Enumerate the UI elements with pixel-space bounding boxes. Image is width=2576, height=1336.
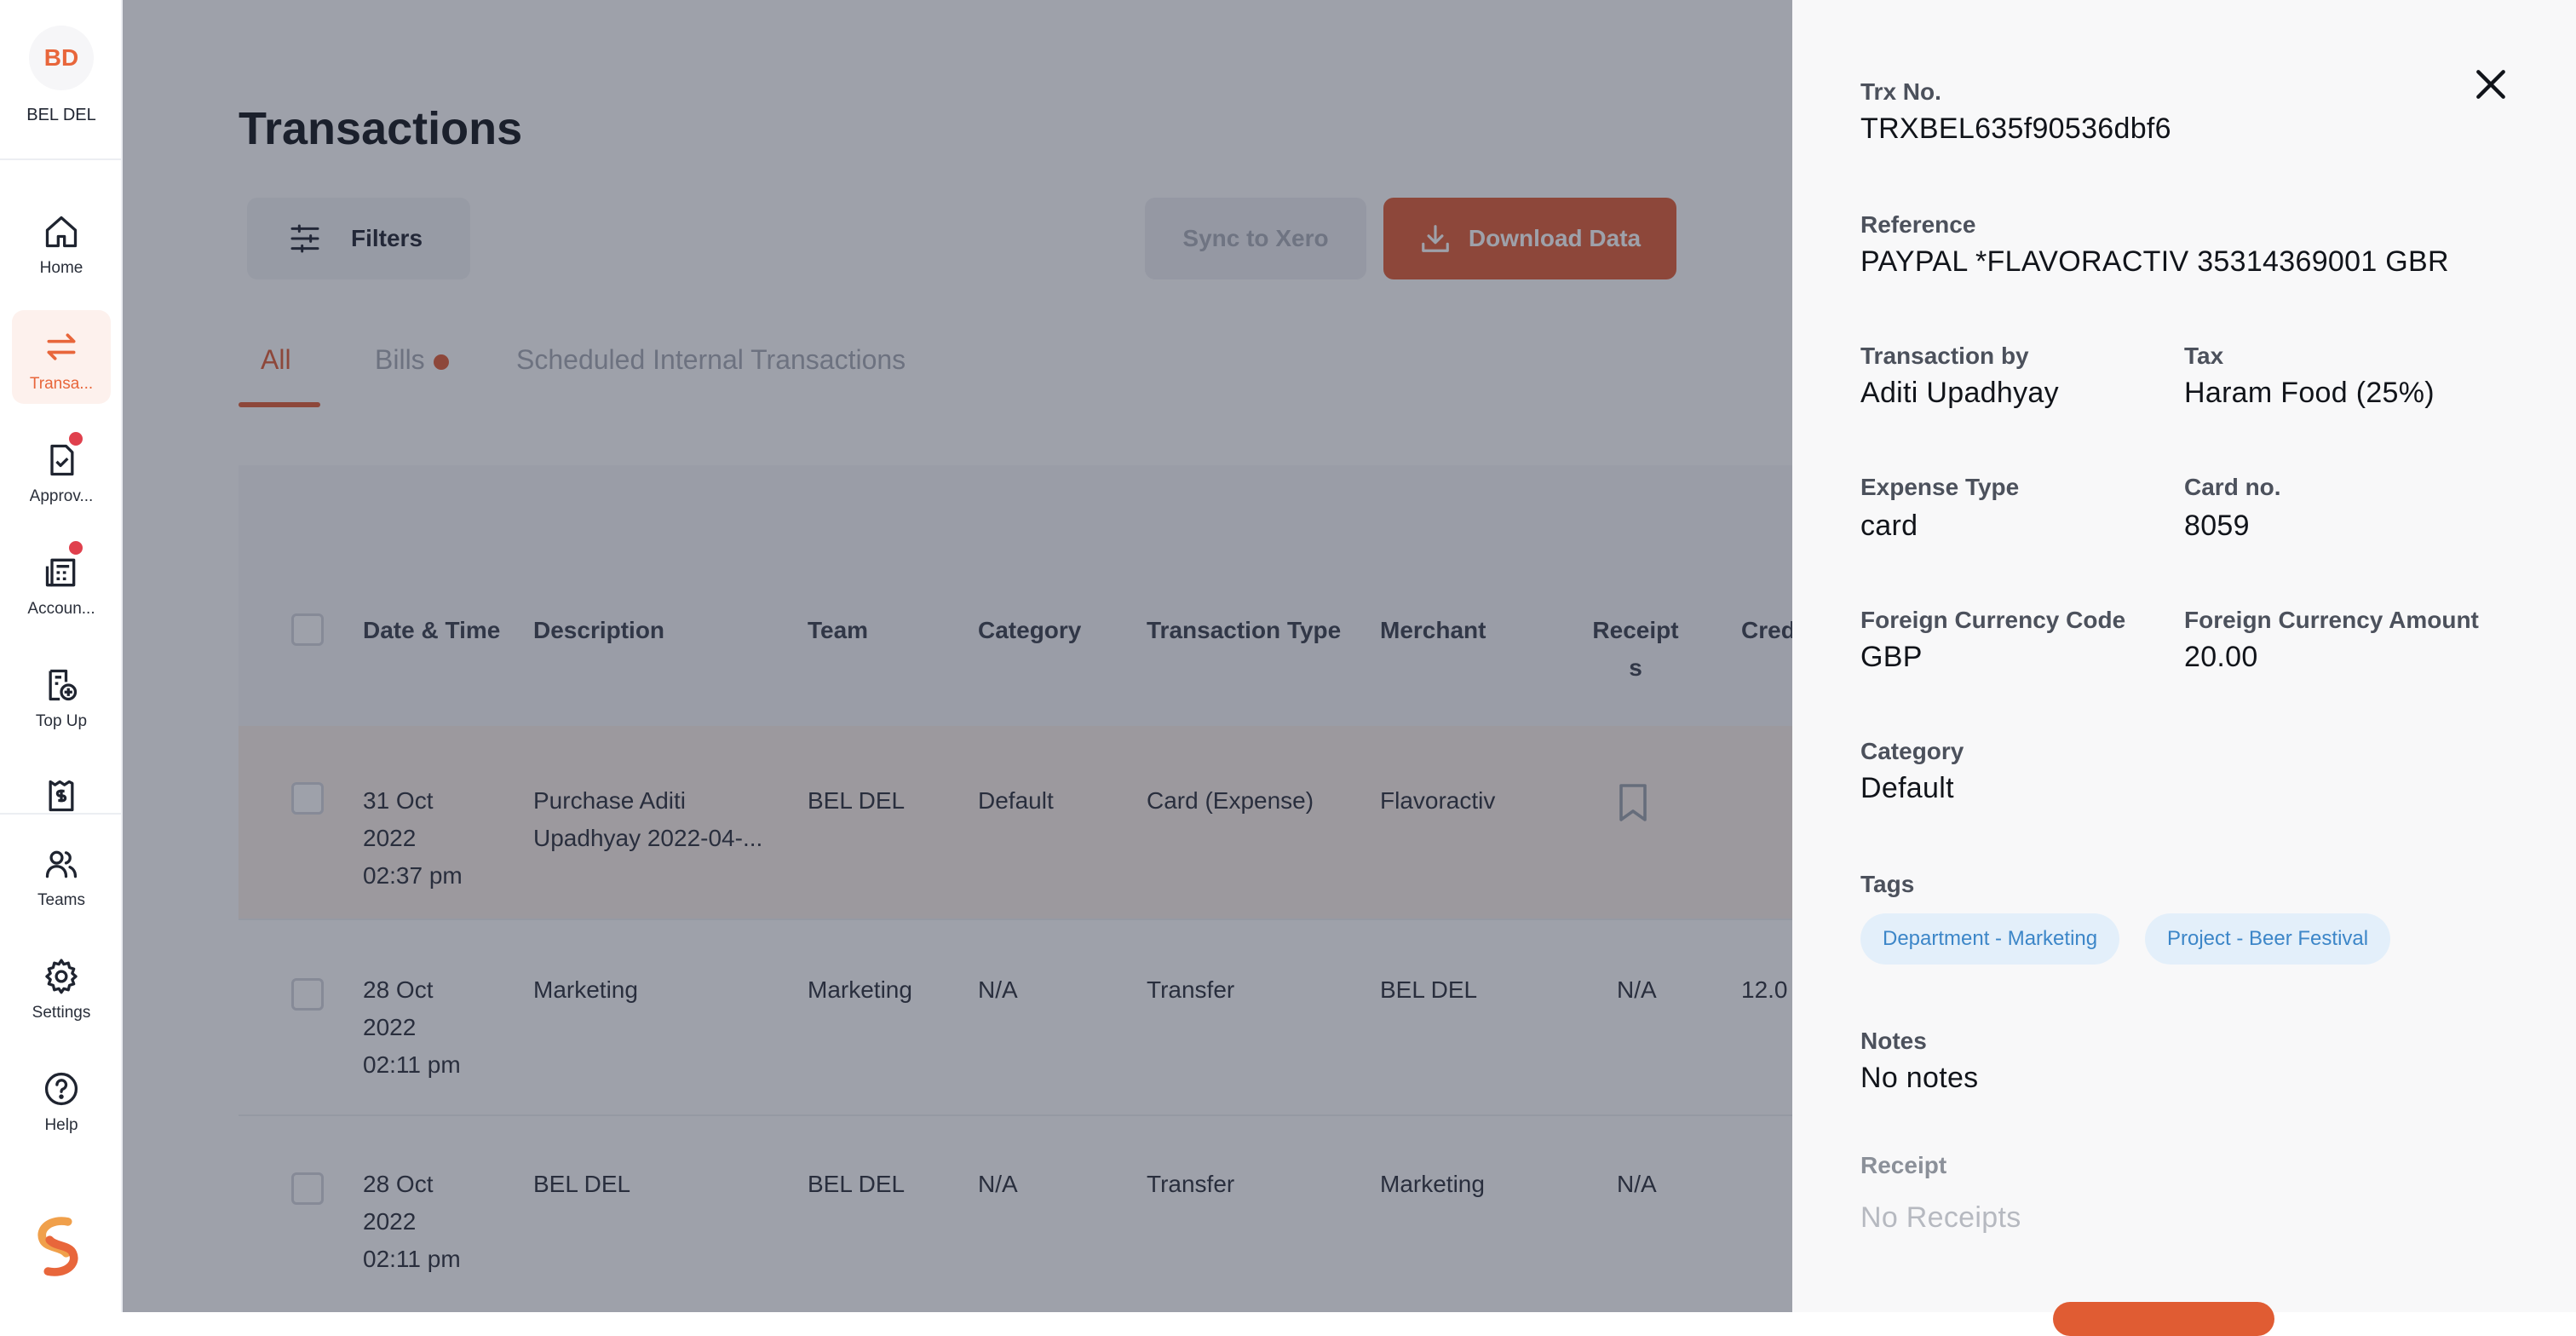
- sidebar-item-label: Accoun...: [27, 600, 95, 618]
- sidebar-item-top-up[interactable]: Top Up: [12, 648, 111, 741]
- sidebar-item-accounting[interactable]: Accoun...: [12, 535, 111, 629]
- trx-no-value: TRXBEL635f90536dbf6: [1860, 112, 2171, 145]
- org-name: BEL DEL: [26, 106, 96, 124]
- foreign-currency-amount-value: 20.00: [2184, 641, 2258, 673]
- sidebar-item-approvals[interactable]: Approv...: [12, 423, 111, 516]
- sidebar-item-settings[interactable]: Settings: [12, 939, 111, 1033]
- receipt-label: Receipt: [1860, 1152, 1947, 1178]
- tax-label: Tax: [2184, 343, 2224, 369]
- receipt-value: No Receipts: [1860, 1201, 2021, 1234]
- tag-chip[interactable]: Department - Marketing: [1860, 913, 2120, 965]
- drawer-action-button[interactable]: [2053, 1302, 2274, 1336]
- modal-backdrop[interactable]: [123, 0, 1792, 1312]
- org-avatar[interactable]: BD: [29, 26, 94, 90]
- expense-type-value: card: [1860, 510, 1918, 542]
- sidebar-item-label: Help: [44, 1116, 78, 1134]
- card-no-label: Card no.: [2184, 474, 2281, 500]
- gear-icon: [45, 959, 78, 994]
- reference-value: PAYPAL *FLAVORACTIV 35314369001 GBR: [1860, 245, 2449, 278]
- tax-value: Haram Food (25%): [2184, 377, 2435, 409]
- sidebar-item-teams[interactable]: Teams: [12, 826, 111, 920]
- sidebar-item-label: Top Up: [35, 712, 88, 730]
- transaction-by-label: Transaction by: [1860, 343, 2029, 369]
- reference-label: Reference: [1860, 211, 1976, 238]
- close-icon: [2476, 69, 2505, 99]
- sidebar-item-transactions[interactable]: Transa...: [12, 310, 111, 404]
- notification-badge: [66, 429, 85, 448]
- sidebar-item-label: Approv...: [29, 487, 94, 505]
- help-icon: [44, 1072, 78, 1106]
- tags-label: Tags: [1860, 871, 1915, 897]
- category-value: Default: [1860, 772, 1954, 804]
- foreign-currency-code-value: GBP: [1860, 641, 1923, 673]
- notes-label: Notes: [1860, 1028, 1927, 1054]
- teams-icon: [45, 850, 78, 878]
- accounting-icon: [45, 558, 76, 587]
- sidebar-item-label: Transa...: [29, 375, 94, 393]
- card-no-value: 8059: [2184, 510, 2250, 542]
- notification-badge: [66, 538, 85, 557]
- close-drawer-button[interactable]: [2465, 60, 2516, 111]
- tag-chip[interactable]: Project - Beer Festival: [2145, 913, 2391, 965]
- top-up-icon: [49, 669, 78, 701]
- expense-type-label: Expense Type: [1860, 474, 2020, 500]
- notes-value: No notes: [1860, 1062, 1979, 1094]
- sidebar-divider: [0, 813, 123, 815]
- category-label: Category: [1860, 738, 1964, 764]
- sidebar-item-help[interactable]: Help: [12, 1051, 111, 1145]
- transfer-arrows-icon: [47, 333, 76, 360]
- bill-dollar-icon: [49, 780, 74, 812]
- transaction-by-value: Aditi Upadhyay: [1860, 377, 2059, 409]
- sidebar: BD BEL DEL Home Transa... Approv... Acco…: [0, 0, 123, 1312]
- foreign-currency-code-label: Foreign Currency Code: [1860, 607, 2126, 633]
- sidebar-item-label: Home: [39, 259, 83, 277]
- home-icon: [45, 216, 78, 248]
- foreign-currency-amount-label: Foreign Currency Amount: [2184, 607, 2479, 633]
- sidebar-item-bills[interactable]: [12, 758, 111, 816]
- sidebar-divider: [0, 158, 123, 160]
- sidebar-item-label: Teams: [37, 891, 85, 909]
- transaction-detail-drawer: Trx No. TRXBEL635f90536dbf6 Reference PA…: [1792, 0, 2576, 1336]
- sidebar-item-home[interactable]: Home: [12, 194, 111, 288]
- sidebar-item-label: Settings: [32, 1004, 91, 1022]
- trx-no-label: Trx No.: [1860, 78, 1941, 105]
- brand-logo-icon: [37, 1217, 78, 1276]
